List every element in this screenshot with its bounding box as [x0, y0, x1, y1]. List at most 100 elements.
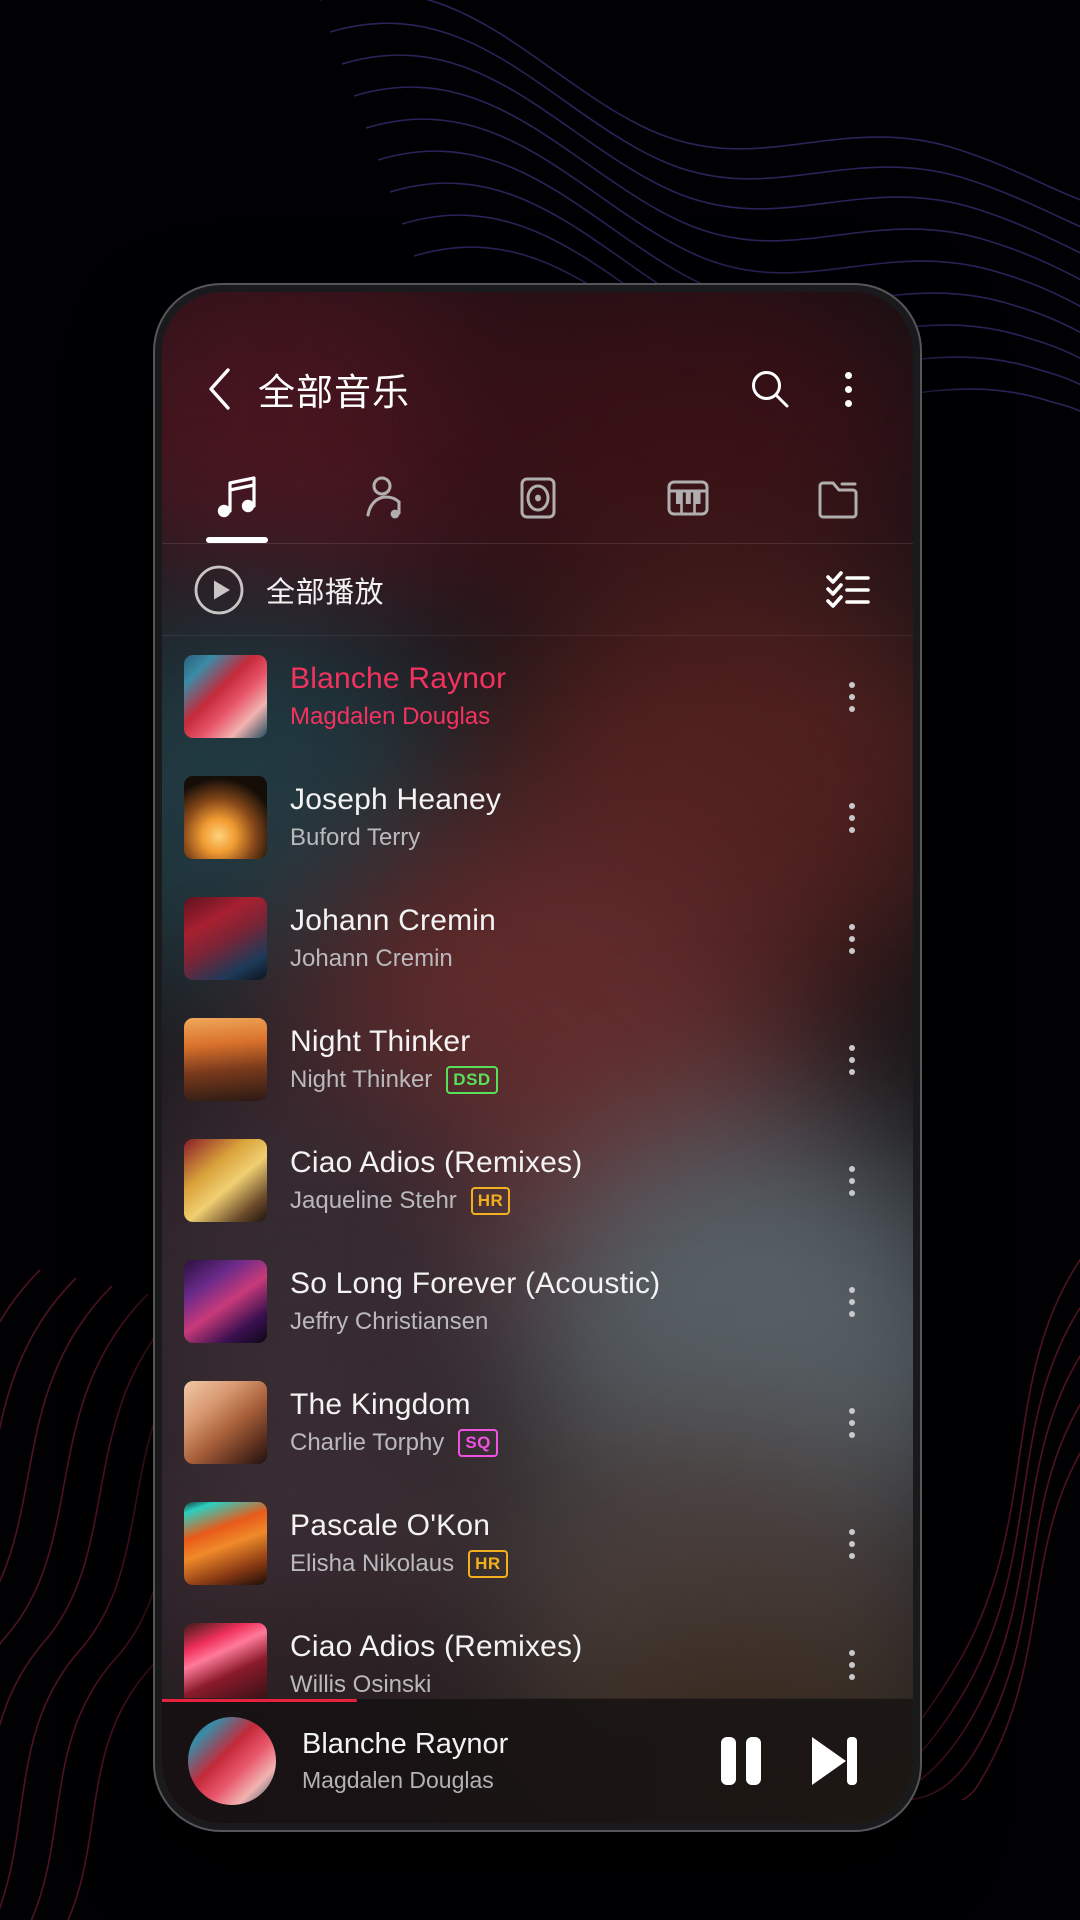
song-row[interactable]: Ciao Adios (Remixes) Willis Osinski [162, 1604, 913, 1698]
song-subtitle-row: Jaqueline Stehr HR [290, 1187, 825, 1215]
song-title: Night Thinker [290, 1025, 471, 1058]
song-row[interactable]: Johann Cremin Johann Cremin [162, 878, 913, 999]
song-artist: Charlie Torphy [290, 1429, 445, 1456]
song-text-block: Pascale O'Kon Elisha Nikolaus HR [290, 1509, 825, 1578]
song-album-art [184, 1018, 267, 1101]
song-subtitle-row: Night Thinker DSD [290, 1066, 825, 1094]
song-subtitle-row: Elisha Nikolaus HR [290, 1550, 825, 1578]
song-row[interactable]: Ciao Adios (Remixes) Jaqueline Stehr HR [162, 1120, 913, 1241]
song-artist: Elisha Nikolaus [290, 1550, 455, 1577]
song-subtitle-row: Willis Osinski [290, 1671, 825, 1698]
song-overflow-button[interactable] [825, 1506, 879, 1582]
song-artist: Magdalen Douglas [290, 703, 491, 730]
song-overflow-button[interactable] [825, 901, 879, 977]
album-icon [520, 477, 555, 518]
song-album-art [184, 1260, 267, 1343]
pause-icon [721, 1737, 761, 1785]
chevron-left-icon [209, 368, 230, 410]
phone-screen: 全部音乐 全部播放 Blanche Raynor Magdalen Dougla… [162, 292, 913, 1823]
more-vertical-icon [849, 1528, 855, 1559]
song-overflow-button[interactable] [825, 1264, 879, 1340]
song-subtitle-row: Johann Cremin [290, 945, 825, 973]
song-album-art [184, 776, 267, 859]
song-title: Ciao Adios (Remixes) [290, 1146, 583, 1179]
song-title: Joseph Heaney [290, 783, 502, 816]
song-artist: Willis Osinski [290, 1671, 432, 1698]
play-all-label: 全部播放 [266, 576, 385, 609]
song-row[interactable]: Pascale O'Kon Elisha Nikolaus HR [162, 1483, 913, 1604]
song-overflow-button[interactable] [825, 1385, 879, 1461]
song-row[interactable]: The Kingdom Charlie Torphy SQ [162, 1362, 913, 1483]
song-overflow-button[interactable] [825, 1143, 879, 1219]
song-row[interactable]: Joseph Heaney Buford Terry [162, 757, 913, 878]
pause-button[interactable] [695, 1715, 787, 1807]
multiselect-button[interactable] [821, 563, 875, 617]
more-vertical-icon [849, 1649, 855, 1680]
song-subtitle-row: Jeffry Christiansen [290, 1308, 825, 1336]
song-artist: Jeffry Christiansen [290, 1308, 489, 1335]
quality-badge: DSD [446, 1066, 498, 1094]
music-note-icon [217, 475, 256, 517]
singer-icon [366, 475, 401, 518]
quality-badge: HR [470, 1187, 511, 1215]
song-album-art [184, 1139, 267, 1222]
play-all-row[interactable]: 全部播放 [162, 544, 913, 636]
song-text-block: Ciao Adios (Remixes) Jaqueline Stehr HR [290, 1146, 825, 1215]
mini-player-album-art [188, 1717, 276, 1805]
more-vertical-icon [849, 1286, 855, 1317]
song-text-block: Johann Cremin Johann Cremin [290, 904, 825, 973]
tab-genres[interactable] [613, 452, 763, 543]
song-overflow-button[interactable] [825, 780, 879, 856]
song-title: Ciao Adios (Remixes) [290, 1630, 583, 1663]
overflow-menu-button[interactable] [817, 358, 879, 420]
skip-next-icon [812, 1737, 857, 1785]
back-button[interactable] [190, 360, 248, 418]
next-track-button[interactable] [787, 1715, 879, 1807]
song-text-block: Night Thinker Night Thinker DSD [290, 1025, 825, 1094]
song-album-art [184, 655, 267, 738]
tab-folders[interactable] [763, 452, 913, 543]
song-overflow-button[interactable] [825, 1627, 879, 1699]
tab-artists[interactable] [312, 452, 462, 543]
song-artist: Johann Cremin [290, 945, 453, 972]
piano-icon [667, 480, 709, 515]
song-text-block: Blanche Raynor Magdalen Douglas [290, 662, 825, 731]
mini-player-title: Blanche Raynor [302, 1728, 509, 1760]
song-row[interactable]: Blanche Raynor Magdalen Douglas [162, 636, 913, 757]
song-text-block: So Long Forever (Acoustic) Jeffry Christi… [290, 1267, 825, 1336]
tab-songs[interactable] [162, 452, 312, 543]
checklist-icon [826, 570, 870, 608]
tab-active-indicator [206, 537, 269, 543]
song-list[interactable]: Blanche Raynor Magdalen Douglas Joseph Hea… [162, 636, 913, 1698]
song-text-block: The Kingdom Charlie Torphy SQ [290, 1388, 825, 1457]
mini-player[interactable]: Blanche Raynor Magdalen Douglas [162, 1698, 913, 1823]
more-vertical-icon [849, 923, 855, 954]
more-vertical-icon [849, 1044, 855, 1075]
song-title: So Long Forever (Acoustic) [290, 1267, 661, 1300]
song-overflow-button[interactable] [825, 659, 879, 735]
playback-progress-bar [162, 1699, 358, 1702]
song-subtitle-row: Magdalen Douglas [290, 703, 825, 731]
song-row[interactable]: Night Thinker Night Thinker DSD [162, 999, 913, 1120]
song-row[interactable]: So Long Forever (Acoustic) Jeffry Christi… [162, 1241, 913, 1362]
mini-player-artist: Magdalen Douglas [302, 1767, 494, 1793]
play-circle-icon [194, 565, 244, 614]
folder-icon [818, 481, 858, 518]
song-text-block: Ciao Adios (Remixes) Willis Osinski [290, 1630, 825, 1698]
quality-badge: HR [468, 1550, 508, 1578]
song-subtitle-row: Buford Terry [290, 824, 825, 852]
song-title: Blanche Raynor [290, 662, 507, 695]
song-artist: Jaqueline Stehr [290, 1187, 457, 1214]
song-overflow-button[interactable] [825, 1022, 879, 1098]
more-vertical-icon [844, 371, 852, 407]
page-title: 全部音乐 [258, 372, 410, 413]
tab-albums[interactable] [462, 452, 612, 543]
song-text-block: Joseph Heaney Buford Terry [290, 783, 825, 852]
search-button[interactable] [739, 358, 801, 420]
category-tab-bar [162, 452, 913, 544]
more-vertical-icon [849, 802, 855, 833]
song-artist: Night Thinker [290, 1066, 433, 1093]
song-title: Pascale O'Kon [290, 1509, 491, 1542]
phone-device-frame: 全部音乐 全部播放 Blanche Raynor Magdalen Dougla… [155, 285, 920, 1830]
song-album-art [184, 1381, 267, 1464]
